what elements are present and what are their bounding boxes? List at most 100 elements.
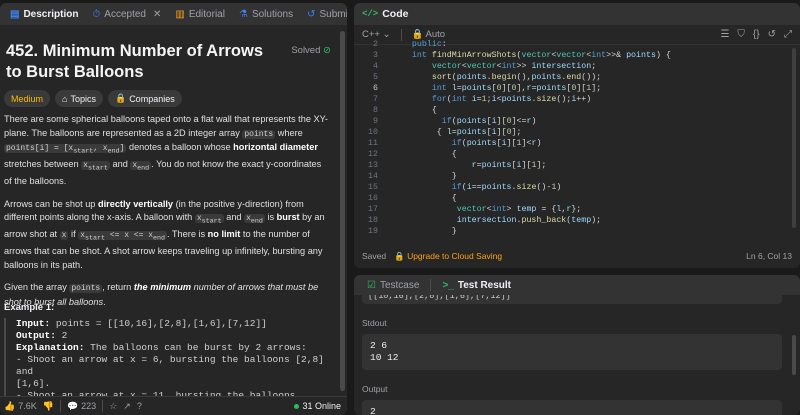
output-box: 2 <box>362 400 782 415</box>
example-output: Output: 2 <box>16 330 68 341</box>
tab-editorial[interactable]: ▥ Editorial <box>168 3 232 25</box>
code-text: { <box>392 106 437 115</box>
share-icon: ↗ <box>123 400 131 411</box>
close-icon[interactable]: ✕ <box>153 9 161 20</box>
like-count: 7.6K <box>18 401 37 411</box>
tag-icon: ⌂ <box>62 93 68 104</box>
line-number: 9 <box>373 117 378 126</box>
code-line[interactable]: 2 public: <box>354 39 800 50</box>
companies-tag[interactable]: 🔒 Companies <box>107 90 182 107</box>
tab-description[interactable]: ▤ Description <box>3 3 85 25</box>
line-number: 7 <box>373 95 378 104</box>
tab-accepted[interactable]: ⏱ Accepted ✕ <box>85 3 168 25</box>
clock-icon: ⏱ <box>92 8 101 20</box>
code-line[interactable]: 14 } <box>354 171 800 182</box>
history-icon: ↺ <box>307 8 316 20</box>
tag-row: Medium ⌂ Topics 🔒 Companies <box>4 90 182 107</box>
code-text: intersection.push_back(temp); <box>456 216 602 225</box>
code-line[interactable]: 3 int findMinArrowShots(vector<vector<in… <box>354 50 800 61</box>
code-line[interactable]: 12 { <box>354 149 800 160</box>
cursor-position: Ln 6, Col 13 <box>746 251 792 261</box>
code-line[interactable]: 16 { <box>354 193 800 204</box>
output-value: 2 <box>370 406 376 415</box>
like-button[interactable]: 👍 7.6K <box>4 401 37 412</box>
code-icon: </> <box>362 9 379 19</box>
topics-tag[interactable]: ⌂ Topics <box>55 90 103 107</box>
stdout-line: 10 12 <box>370 352 399 363</box>
document-icon: ▤ <box>10 8 20 20</box>
comment-count: 223 <box>81 401 97 411</box>
left-tab-bar: ▤ Description ⏱ Accepted ✕ ▥ Editorial ⚗… <box>0 3 347 25</box>
lock-icon: 🔒 <box>114 93 127 103</box>
code-line[interactable]: 15 if(i==points.size()-1) <box>354 182 800 193</box>
line-number: 18 <box>368 216 378 225</box>
example-block: Input: points = [[10,16],[2,8],[1,6],[7,… <box>4 318 332 413</box>
stdout-label: Stdout <box>362 318 387 328</box>
code-text: r=points[i][1]; <box>471 161 547 170</box>
flask-icon: ⚗ <box>238 8 248 20</box>
example-header: Example 1: <box>4 302 55 313</box>
result-tab-bar: ☑ Testcase >_ Test Result <box>354 275 800 295</box>
code-line[interactable]: 17 vector<int> temp = {l,r}; <box>354 204 800 215</box>
code-text: vector<int> temp = {l,r}; <box>456 205 582 214</box>
thumbs-up-icon: 👍 <box>4 400 16 411</box>
check-circle-icon: ⊘ <box>323 45 331 56</box>
code-line[interactable]: 9 if(points[i][0]<=r) <box>354 116 800 127</box>
online-indicator: 31 Online <box>294 401 341 411</box>
problem-description: There are some spherical balloons taped … <box>4 113 330 318</box>
line-number: 2 <box>373 40 378 49</box>
tab-test-result[interactable]: >_ Test Result <box>435 275 518 295</box>
code-line[interactable]: 18 intersection.push_back(temp); <box>354 215 800 226</box>
line-number: 8 <box>373 106 378 115</box>
code-text: { l=points[i][0]; <box>392 128 522 137</box>
line-number: 10 <box>368 128 378 137</box>
line-number: 4 <box>373 62 378 71</box>
thumbs-down-icon: 👎 <box>42 400 54 411</box>
description-paragraph: There are some spherical balloons taped … <box>4 114 328 187</box>
solved-status: Solved ⊘ <box>291 45 331 56</box>
comments-button[interactable]: 💬 223 <box>67 401 96 412</box>
editor-statusbar: Saved 🔒 Upgrade to Cloud Saving Ln 6, Co… <box>354 244 800 268</box>
tab-label: Description <box>23 8 79 20</box>
code-line[interactable]: 8 { <box>354 105 800 116</box>
comment-icon: 💬 <box>66 400 79 411</box>
help-button[interactable]: ? <box>137 401 142 411</box>
code-line[interactable]: 19 } <box>354 226 800 237</box>
tag-label: Topics <box>70 93 96 104</box>
line-number: 16 <box>368 194 378 203</box>
code-line[interactable]: 5 sort(points.begin(),points.end()); <box>354 72 800 83</box>
dislike-button[interactable]: 👎 <box>43 401 54 412</box>
code-line[interactable]: 7 for(int i=1;i<points.size();i++) <box>354 94 800 105</box>
line-number: 19 <box>368 227 378 236</box>
terminal-icon: >_ <box>442 279 454 291</box>
description-panel: ▤ Description ⏱ Accepted ✕ ▥ Editorial ⚗… <box>0 3 347 415</box>
code-editor[interactable]: 2 public: 3 int findMinArrowShots(vector<… <box>354 40 800 245</box>
divider <box>59 400 61 412</box>
code-text: sort(points.begin(),points.end()); <box>431 73 602 82</box>
problem-title[interactable]: 452. Minimum Number of Arrows to Burst B… <box>6 41 276 83</box>
code-text: int findMinArrowShots(vector<vector<int>… <box>411 51 671 60</box>
description-scrollbar[interactable] <box>340 31 345 391</box>
code-text: vector<vector<int>> intersection; <box>431 62 597 71</box>
tab-label: Editorial <box>188 8 225 20</box>
result-scrollbar[interactable] <box>792 335 796 375</box>
result-body: [[10,16],[2,8],[1,6],[7,12]] Stdout 2 6 … <box>362 295 782 415</box>
code-line[interactable]: 4 vector<vector<int>> intersection; <box>354 61 800 72</box>
code-line[interactable]: 10 { l=points[i][0]; <box>354 127 800 138</box>
tab-testcase[interactable]: ☑ Testcase <box>360 275 426 295</box>
upgrade-link[interactable]: 🔒 Upgrade to Cloud Saving <box>394 251 502 262</box>
code-line[interactable]: 13 r=points[i][1]; <box>354 160 800 171</box>
editor-scrollbar[interactable] <box>792 48 796 228</box>
input-value-partial: [[10,16],[2,8],[1,6],[7,12]] <box>362 295 782 304</box>
code-text: int l=points[0][0],r=points[0][1]; <box>431 84 602 93</box>
share-button[interactable]: ↗ <box>123 401 131 412</box>
favorite-button[interactable]: ☆ <box>109 401 117 412</box>
book-icon: ▥ <box>175 8 185 20</box>
code-line[interactable]: 6 int l=points[0][0],r=points[0][1]; <box>354 83 800 94</box>
stdout-line: 2 6 <box>370 340 388 351</box>
code-line[interactable]: 11 if(points[i][1]<r) <box>354 138 800 149</box>
tab-solutions[interactable]: ⚗ Solutions <box>232 3 300 25</box>
tab-label: Accepted <box>104 8 146 20</box>
code-text: if(i==points.size()-1) <box>451 183 562 192</box>
tab-submissions[interactable]: ↺ Submissions <box>300 3 347 25</box>
